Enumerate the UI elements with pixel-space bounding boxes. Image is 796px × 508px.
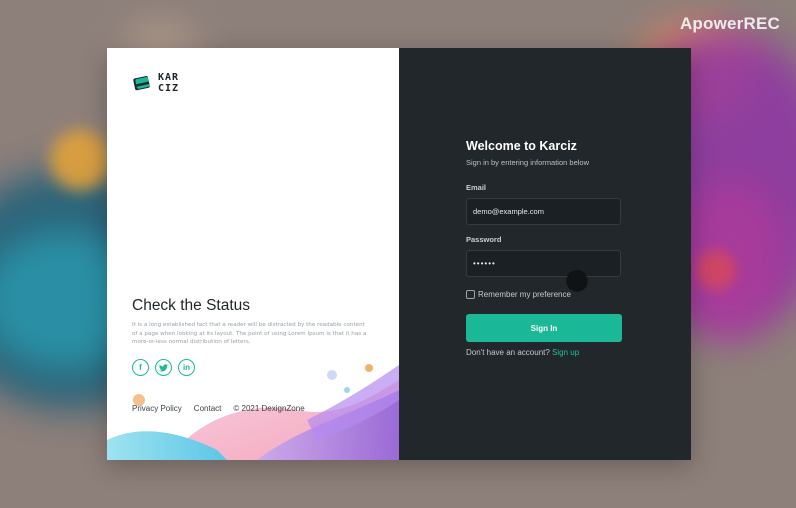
sign-in-button[interactable]: Sign In xyxy=(466,314,622,342)
welcome-subheading: Sign in by entering information below xyxy=(466,158,589,167)
login-card: KAR CIZ Check the Status It is a long es… xyxy=(107,48,691,460)
signup-prompt: Don't have an account? Sign up xyxy=(466,348,579,357)
remember-checkbox[interactable] xyxy=(466,290,475,299)
left-panel: KAR CIZ Check the Status It is a long es… xyxy=(107,48,399,460)
mouse-cursor-indicator xyxy=(567,271,587,291)
privacy-policy-link[interactable]: Privacy Policy xyxy=(132,404,182,413)
right-panel: Welcome to Karciz Sign in by entering in… xyxy=(399,48,691,460)
password-field[interactable]: •••••• xyxy=(466,250,621,277)
password-label: Password xyxy=(466,235,502,244)
remember-preference[interactable]: Remember my preference xyxy=(466,290,571,299)
recorder-watermark: ApowerREC xyxy=(679,14,780,33)
copyright-text: © 2021 DexignZone xyxy=(233,404,305,413)
sign-up-link[interactable]: Sign up xyxy=(552,348,579,357)
brand-logo[interactable]: KAR CIZ xyxy=(132,72,192,94)
logo-text: KAR CIZ xyxy=(158,72,180,94)
footer-links: Privacy Policy Contact © 2021 DexignZone xyxy=(132,404,305,413)
status-description: It is a long established fact that a rea… xyxy=(132,322,367,345)
email-field[interactable]: demo@example.com xyxy=(466,198,621,225)
remember-label: Remember my preference xyxy=(478,290,571,299)
contact-link[interactable]: Contact xyxy=(194,404,222,413)
welcome-heading: Welcome to Karciz xyxy=(466,139,577,153)
status-title: Check the Status xyxy=(132,297,251,314)
card-logo-icon xyxy=(132,73,152,93)
no-account-text: Don't have an account? xyxy=(466,348,550,357)
email-label: Email xyxy=(466,183,487,192)
